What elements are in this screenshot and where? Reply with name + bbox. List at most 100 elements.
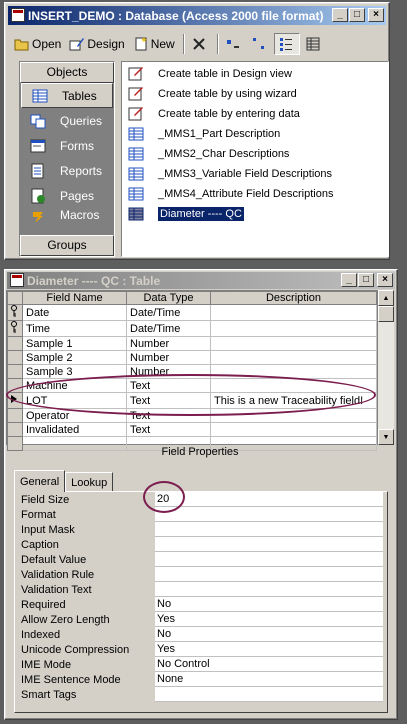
validation-rule-input[interactable] <box>155 567 383 582</box>
default-value-input[interactable] <box>155 552 383 567</box>
field-size-input[interactable]: 20 <box>155 492 383 507</box>
toolbar-separator <box>216 34 219 54</box>
object-pages[interactable]: Pages <box>20 183 114 208</box>
data-type-cell[interactable]: Text <box>126 422 211 437</box>
row-selector[interactable] <box>7 336 23 351</box>
list-item[interactable]: Create table in Design view <box>128 65 292 83</box>
object-queries[interactable]: Queries <box>20 108 114 133</box>
column-header-data-type[interactable]: Data Type <box>126 291 211 305</box>
list-item[interactable]: Create table by using wizard <box>128 85 297 103</box>
minimize-button[interactable]: _ <box>341 273 357 287</box>
data-type-cell[interactable]: Date/Time <box>126 320 211 337</box>
object-label: Forms <box>60 138 94 153</box>
field-name-cell[interactable]: Invalidated <box>22 422 127 437</box>
table-row[interactable]: Sample 1 Number <box>7 336 377 351</box>
scroll-down-button[interactable]: ▼ <box>378 429 394 445</box>
minimize-button[interactable]: _ <box>332 8 348 22</box>
description-cell[interactable] <box>210 422 377 437</box>
small-icons-button[interactable] <box>248 33 272 55</box>
list-item[interactable]: _MMS2_Char Descriptions <box>128 145 289 163</box>
object-forms[interactable]: Forms <box>20 133 114 158</box>
row-selector[interactable] <box>7 408 23 423</box>
field-name-cell[interactable]: Sample 2 <box>22 350 127 365</box>
grid-vertical-scrollbar[interactable]: ▲ ▼ <box>378 290 394 445</box>
table-icon <box>128 187 144 201</box>
table-title: Diameter ---- QC : Table <box>27 273 161 288</box>
description-cell[interactable] <box>210 320 377 337</box>
list-item[interactable]: _MMS4_Attribute Field Descriptions <box>128 185 333 203</box>
description-cell[interactable] <box>210 336 377 351</box>
field-name-cell[interactable]: Sample 1 <box>22 336 127 351</box>
column-header-description[interactable]: Description <box>210 291 377 305</box>
object-reports[interactable]: Reports <box>20 158 114 183</box>
ime-mode-input[interactable]: No Control <box>155 657 383 672</box>
data-type-cell[interactable]: Date/Time <box>126 304 211 321</box>
allow-zero-length-input[interactable]: Yes <box>155 612 383 627</box>
maximize-button[interactable]: □ <box>349 8 365 22</box>
description-cell[interactable] <box>210 304 377 321</box>
description-cell[interactable] <box>210 350 377 365</box>
list-item[interactable]: _MMS3_Variable Field Descriptions <box>128 165 332 183</box>
scroll-up-button[interactable]: ▲ <box>378 290 394 306</box>
property-label: Allow Zero Length <box>21 613 110 626</box>
new-button[interactable]: New <box>130 33 178 55</box>
object-label: Macros <box>60 208 100 222</box>
data-type-cell[interactable]: Number <box>126 336 211 351</box>
format-input[interactable] <box>155 507 383 522</box>
validation-text-input[interactable] <box>155 582 383 597</box>
smart-tags-input[interactable] <box>155 687 383 702</box>
property-label: Caption <box>21 538 59 551</box>
list-item[interactable]: Create table by entering data <box>128 105 300 123</box>
design-view-icon <box>128 67 143 81</box>
row-selector[interactable] <box>7 304 23 321</box>
large-icons-button[interactable] <box>222 33 246 55</box>
close-button[interactable]: × <box>368 8 384 22</box>
list-item-label: _MMS3_Variable Field Descriptions <box>158 168 333 180</box>
input-mask-input[interactable] <box>155 522 383 537</box>
indexed-input[interactable]: No <box>155 627 383 642</box>
list-view-button[interactable] <box>273 33 300 55</box>
data-type-cell[interactable]: Number <box>126 350 211 365</box>
required-input[interactable]: No <box>155 597 383 612</box>
table-row[interactable]: Invalidated Text <box>7 422 377 437</box>
maximize-button[interactable]: □ <box>358 273 374 287</box>
close-button[interactable]: × <box>377 273 393 287</box>
large-icons-icon <box>226 40 239 48</box>
tab-lookup[interactable]: Lookup <box>65 472 114 492</box>
scroll-thumb[interactable] <box>378 306 394 322</box>
table-icon <box>128 127 144 141</box>
details-view-button[interactable] <box>302 33 326 55</box>
field-name-cell[interactable]: Date <box>22 304 127 321</box>
caption-input[interactable] <box>155 537 383 552</box>
database-titlebar[interactable]: INSERT_DEMO : Database (Access 2000 file… <box>8 6 386 25</box>
toolbar-separator <box>182 34 185 54</box>
open-button[interactable]: Open <box>11 33 64 55</box>
object-macros[interactable]: Macros <box>20 208 114 222</box>
row-selector[interactable] <box>7 350 23 365</box>
row-selector[interactable] <box>7 422 23 437</box>
ime-sentence-mode-input[interactable]: None <box>155 672 383 687</box>
table-icon <box>128 207 144 221</box>
list-item-selected[interactable]: Diameter ---- QC <box>128 205 244 223</box>
table-row[interactable]: Sample 2 Number <box>7 350 377 365</box>
row-selector[interactable] <box>7 364 23 379</box>
new-label: New <box>150 37 175 51</box>
column-header-field-name[interactable]: Field Name <box>22 291 127 305</box>
table-row[interactable]: Time Date/Time <box>7 320 377 337</box>
groups-bar[interactable]: Groups <box>20 235 114 256</box>
objects-header[interactable]: Objects <box>20 62 114 83</box>
table-titlebar[interactable]: Diameter ---- QC : Table _ □ × <box>7 272 395 289</box>
design-button[interactable]: Design <box>66 33 127 55</box>
tab-general[interactable]: General <box>14 470 66 492</box>
unicode-compression-input[interactable]: Yes <box>155 642 383 657</box>
row-selector[interactable] <box>7 320 23 337</box>
list-item[interactable]: _MMS1_Part Description <box>128 125 280 143</box>
details-icon <box>306 37 320 51</box>
property-label: Unicode Compression <box>21 643 130 656</box>
table-row[interactable]: Date Date/Time <box>7 304 377 321</box>
object-tables[interactable]: Tables <box>21 83 113 108</box>
table-window-icon <box>10 273 24 287</box>
field-name-cell[interactable]: Time <box>22 320 127 337</box>
property-label: Field Size <box>21 493 70 506</box>
delete-button[interactable] <box>188 33 212 55</box>
